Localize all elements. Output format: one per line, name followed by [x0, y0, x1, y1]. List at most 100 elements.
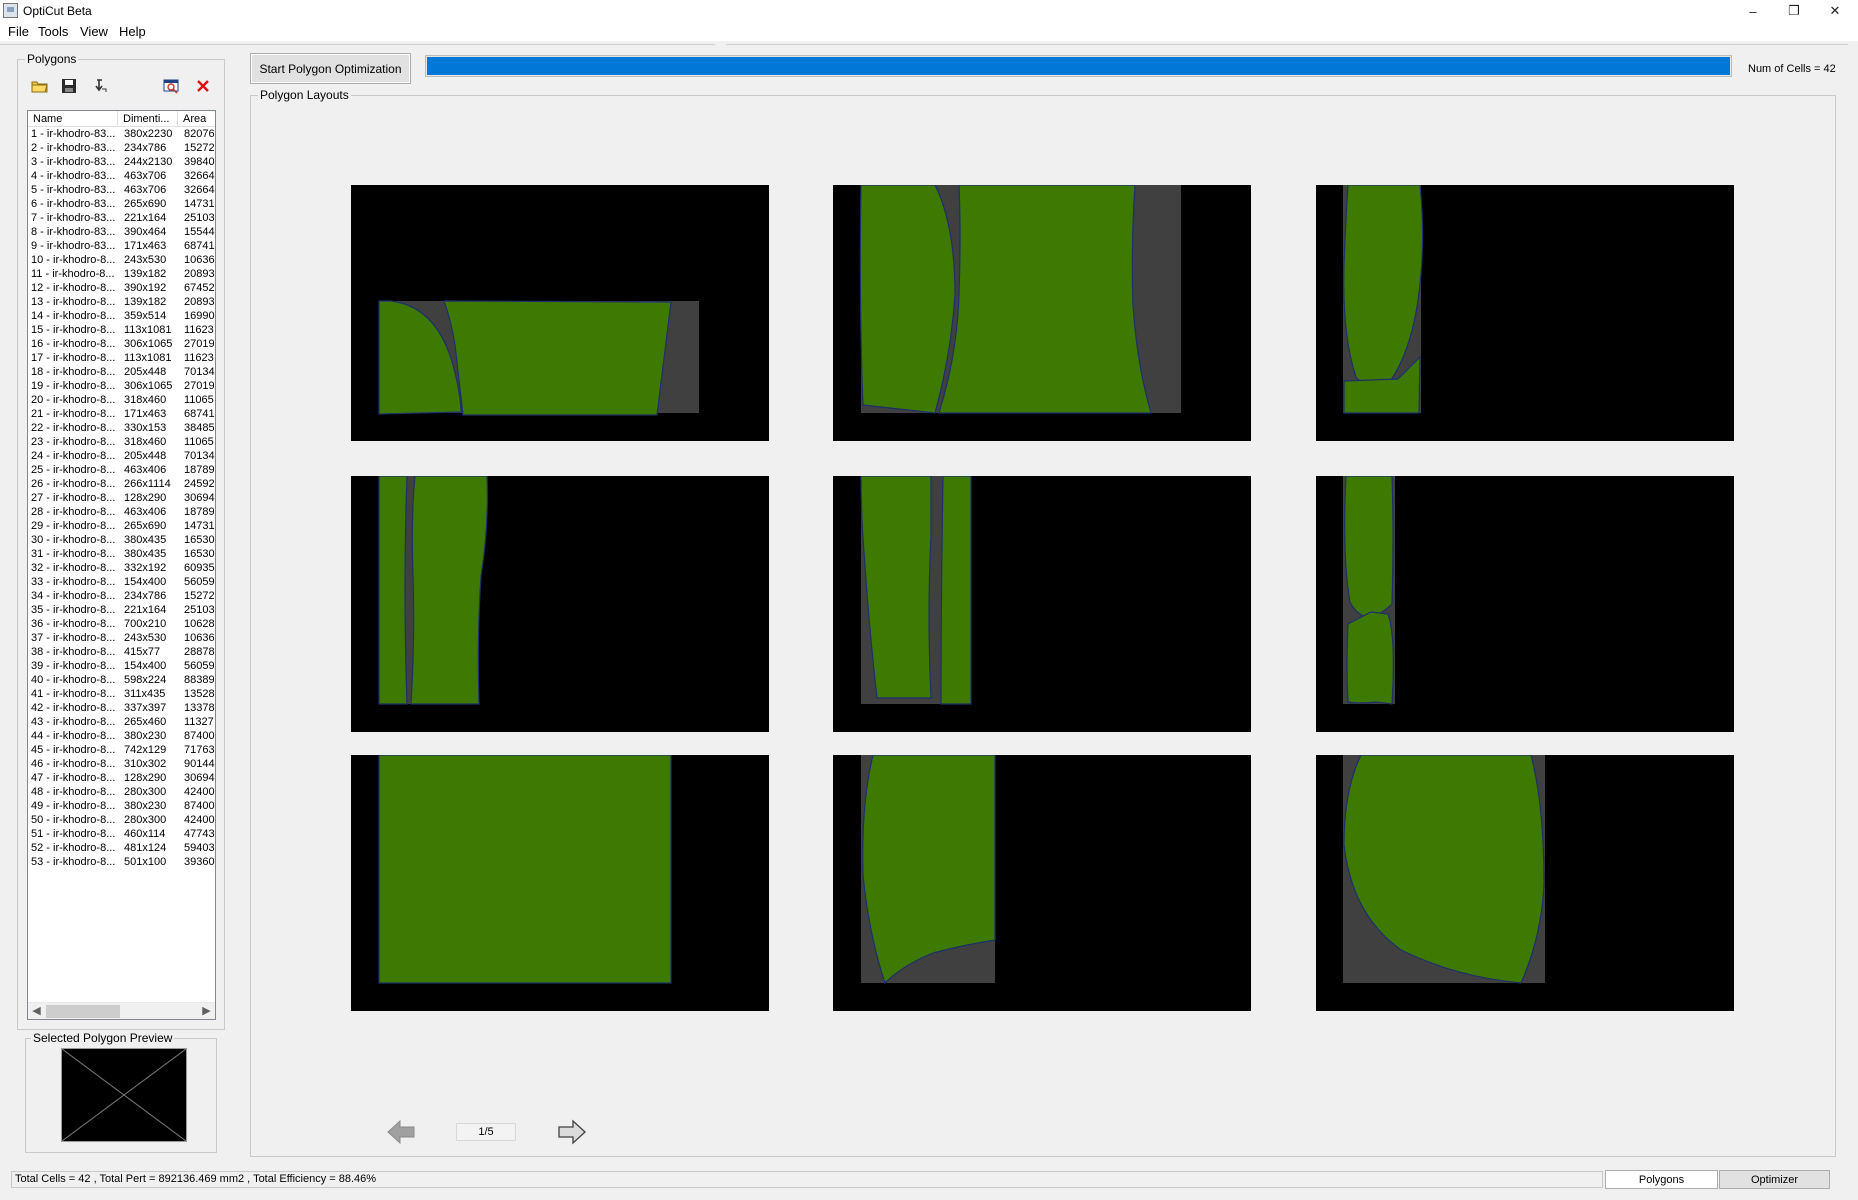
list-item[interactable]: 22 - ir-khodro-8... 330x153 38485 [28, 421, 215, 435]
list-item[interactable]: 37 - ir-khodro-8... 243x530 10636 [28, 631, 215, 645]
list-item[interactable]: 13 - ir-khodro-8... 139x182 20893 [28, 295, 215, 309]
list-item[interactable]: 6 - ir-khodro-83... 265x690 14731 [28, 197, 215, 211]
list-item[interactable]: 42 - ir-khodro-8... 337x397 13378 [28, 701, 215, 715]
list-item[interactable]: 9 - ir-khodro-83... 171x463 68741 [28, 239, 215, 253]
list-item[interactable]: 34 - ir-khodro-8... 234x786 15272 [28, 589, 215, 603]
list-item[interactable]: 49 - ir-khodro-8... 380x230 87400 [28, 799, 215, 813]
layout-cell-4[interactable] [351, 476, 769, 732]
polygon-list[interactable]: Name Dimenti... Area 1 - ir-khodro-83...… [27, 110, 216, 1020]
save-disk-icon[interactable] [59, 76, 79, 96]
column-header-name[interactable]: Name [28, 111, 118, 127]
list-item[interactable]: 14 - ir-khodro-8... 359x514 16990 [28, 309, 215, 323]
list-item[interactable]: 3 - ir-khodro-83... 244x2130 39840 [28, 155, 215, 169]
minimize-button[interactable]: – [1730, 0, 1776, 22]
list-item[interactable]: 24 - ir-khodro-8... 205x448 70134 [28, 449, 215, 463]
list-item[interactable]: 30 - ir-khodro-8... 380x435 16530 [28, 533, 215, 547]
cell-area: 14731 [184, 520, 215, 532]
list-item[interactable]: 44 - ir-khodro-8... 380x230 87400 [28, 729, 215, 743]
list-item[interactable]: 38 - ir-khodro-8... 415x77 28878 [28, 645, 215, 659]
start-optimization-button[interactable]: Start Polygon Optimization [250, 53, 411, 84]
list-item[interactable]: 26 - ir-khodro-8... 266x1114 24592 [28, 477, 215, 491]
list-item[interactable]: 1 - ir-khodro-83... 380x2230 82076 [28, 127, 215, 141]
tab-polygons[interactable]: Polygons [1605, 1170, 1718, 1189]
list-item[interactable]: 31 - ir-khodro-8... 380x435 16530 [28, 547, 215, 561]
list-item[interactable]: 8 - ir-khodro-83... 390x464 15544 [28, 225, 215, 239]
scroll-left-icon[interactable]: ◀ [28, 1004, 45, 1019]
close-window-button[interactable]: ✕ [1812, 0, 1858, 22]
list-item[interactable]: 12 - ir-khodro-8... 390x192 67452 [28, 281, 215, 295]
import-icon[interactable] [90, 76, 110, 96]
menu-file[interactable]: File [8, 24, 29, 39]
list-item[interactable]: 25 - ir-khodro-8... 463x406 18789 [28, 463, 215, 477]
list-item[interactable]: 32 - ir-khodro-8... 332x192 60935 [28, 561, 215, 575]
layout-cell-2[interactable] [833, 185, 1251, 441]
list-item[interactable]: 48 - ir-khodro-8... 280x300 42400 [28, 785, 215, 799]
list-item[interactable]: 43 - ir-khodro-8... 265x460 11327 [28, 715, 215, 729]
cell-name: 31 - ir-khodro-8... [31, 548, 115, 560]
list-item[interactable]: 27 - ir-khodro-8... 128x290 30694 [28, 491, 215, 505]
list-item[interactable]: 33 - ir-khodro-8... 154x400 56059 [28, 575, 215, 589]
list-item[interactable]: 21 - ir-khodro-8... 171x463 68741 [28, 407, 215, 421]
menu-view[interactable]: View [80, 24, 108, 39]
column-header-dimensions[interactable]: Dimenti... [118, 111, 178, 127]
cell-name: 24 - ir-khodro-8... [31, 450, 115, 462]
list-item[interactable]: 39 - ir-khodro-8... 154x400 56059 [28, 659, 215, 673]
scroll-thumb[interactable] [46, 1005, 120, 1018]
layout-cell-9[interactable] [1316, 755, 1734, 1011]
column-header-area[interactable]: Area [178, 111, 215, 127]
menu-tools[interactable]: Tools [38, 24, 68, 39]
list-item[interactable]: 28 - ir-khodro-8... 463x406 18789 [28, 505, 215, 519]
list-item[interactable]: 50 - ir-khodro-8... 280x300 42400 [28, 813, 215, 827]
list-item[interactable]: 7 - ir-khodro-83... 221x164 25103 [28, 211, 215, 225]
list-item[interactable]: 17 - ir-khodro-8... 113x1081 11623 [28, 351, 215, 365]
list-item[interactable]: 35 - ir-khodro-8... 221x164 25103 [28, 603, 215, 617]
scroll-right-icon[interactable]: ▶ [198, 1004, 215, 1019]
list-item[interactable]: 18 - ir-khodro-8... 205x448 70134 [28, 365, 215, 379]
menu-separator [726, 44, 1848, 45]
cell-dimensions: 154x400 [124, 660, 167, 672]
cell-dimensions: 310x302 [124, 758, 167, 770]
tab-optimizer[interactable]: Optimizer [1719, 1170, 1830, 1189]
list-item[interactable]: 11 - ir-khodro-8... 139x182 20893 [28, 267, 215, 281]
cell-dimensions: 265x690 [124, 198, 167, 210]
cell-name: 44 - ir-khodro-8... [31, 730, 115, 742]
list-item[interactable]: 10 - ir-khodro-8... 243x530 10636 [28, 253, 215, 267]
layout-cell-7[interactable] [351, 755, 769, 1011]
zoom-preview-icon[interactable] [162, 76, 182, 96]
list-item[interactable]: 46 - ir-khodro-8... 310x302 90144 [28, 757, 215, 771]
list-item[interactable]: 36 - ir-khodro-8... 700x210 10628 [28, 617, 215, 631]
horizontal-scrollbar[interactable]: ◀ ▶ [28, 1002, 215, 1019]
next-page-icon[interactable] [557, 1117, 587, 1147]
list-item[interactable]: 20 - ir-khodro-8... 318x460 11065 [28, 393, 215, 407]
list-item[interactable]: 41 - ir-khodro-8... 311x435 13528 [28, 687, 215, 701]
list-item[interactable]: 45 - ir-khodro-8... 742x129 71763 [28, 743, 215, 757]
cell-name: 51 - ir-khodro-8... [31, 828, 115, 840]
previous-page-icon[interactable] [386, 1117, 416, 1147]
layout-cell-3[interactable] [1316, 185, 1734, 441]
list-item[interactable]: 52 - ir-khodro-8... 481x124 59403 [28, 841, 215, 855]
cell-name: 18 - ir-khodro-8... [31, 366, 115, 378]
cell-area: 25103 [184, 604, 215, 616]
list-item[interactable]: 47 - ir-khodro-8... 128x290 30694 [28, 771, 215, 785]
layout-cell-5[interactable] [833, 476, 1251, 732]
list-item[interactable]: 29 - ir-khodro-8... 265x690 14731 [28, 519, 215, 533]
list-item[interactable]: 53 - ir-khodro-8... 501x100 39360 [28, 855, 215, 869]
list-item[interactable]: 4 - ir-khodro-83... 463x706 32664 [28, 169, 215, 183]
list-item[interactable]: 19 - ir-khodro-8... 306x1065 27019 [28, 379, 215, 393]
open-folder-icon[interactable] [30, 76, 50, 96]
delete-icon[interactable] [193, 76, 213, 96]
layout-cell-6[interactable] [1316, 476, 1734, 732]
list-rows: 1 - ir-khodro-83... 380x2230 82076 2 - ir-k… [28, 127, 215, 869]
list-item[interactable]: 23 - ir-khodro-8... 318x460 11065 [28, 435, 215, 449]
list-item[interactable]: 16 - ir-khodro-8... 306x1065 27019 [28, 337, 215, 351]
list-item[interactable]: 15 - ir-khodro-8... 113x1081 11623 [28, 323, 215, 337]
list-item[interactable]: 5 - ir-khodro-83... 463x706 32664 [28, 183, 215, 197]
menu-help[interactable]: Help [119, 24, 146, 39]
cell-name: 15 - ir-khodro-8... [31, 324, 115, 336]
layout-cell-8[interactable] [833, 755, 1251, 1011]
list-item[interactable]: 51 - ir-khodro-8... 460x114 47743 [28, 827, 215, 841]
restore-button[interactable]: ❐ [1771, 0, 1817, 22]
list-item[interactable]: 40 - ir-khodro-8... 598x224 88389 [28, 673, 215, 687]
list-item[interactable]: 2 - ir-khodro-83... 234x786 15272 [28, 141, 215, 155]
layout-cell-1[interactable] [351, 185, 769, 441]
